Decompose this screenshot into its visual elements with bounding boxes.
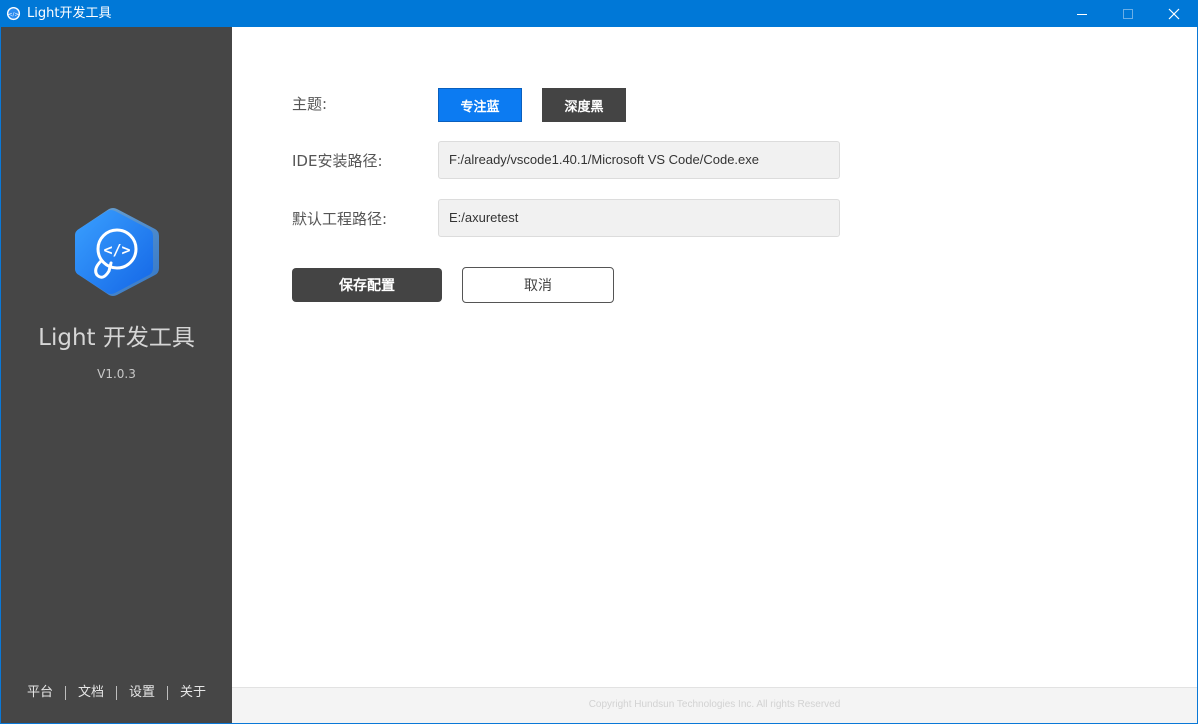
- ide-path-field[interactable]: F:/already/vscode1.40.1/Microsoft VS Cod…: [438, 141, 840, 179]
- minimize-button[interactable]: [1059, 0, 1105, 27]
- nav-item-settings[interactable]: 设置: [117, 685, 167, 701]
- theme-blue-button[interactable]: 专注蓝: [438, 88, 522, 122]
- window-frame: </> Light 开发工具 V1.0.3 平台 文档 设置 关于 主题: 专注…: [1, 27, 1197, 723]
- title-bar: </> Light开发工具: [0, 0, 1198, 27]
- cancel-button[interactable]: 取消: [462, 267, 614, 303]
- sidebar-footer-nav: 平台 文档 设置 关于: [1, 685, 232, 701]
- svg-text:</>: </>: [103, 241, 130, 259]
- theme-label: 主题:: [292, 95, 328, 113]
- close-icon: [1168, 8, 1180, 19]
- app-logo-icon: </>: [6, 6, 21, 21]
- footer-bar: Copyright Hundsun Technologies Inc. All …: [232, 687, 1197, 723]
- ide-path-label: IDE安装路径:: [292, 152, 383, 170]
- window-title: Light开发工具: [27, 6, 112, 21]
- sidebar: </> Light 开发工具 V1.0.3 平台 文档 设置 关于: [1, 27, 232, 723]
- minimize-icon: [1077, 13, 1087, 15]
- close-button[interactable]: [1151, 0, 1197, 27]
- svg-text:</>: </>: [8, 12, 20, 18]
- copyright-text: Copyright Hundsun Technologies Inc. All …: [588, 699, 841, 710]
- project-path-label: 默认工程路径:: [292, 210, 388, 228]
- nav-item-platform[interactable]: 平台: [15, 685, 65, 701]
- save-config-button[interactable]: 保存配置: [292, 268, 442, 302]
- app-logo-icon: </>: [75, 208, 159, 296]
- nav-item-about[interactable]: 关于: [168, 685, 218, 701]
- settings-panel: 主题: 专注蓝 深度黑 IDE安装路径: F:/already/vscode1.…: [232, 27, 1197, 723]
- maximize-icon: [1123, 8, 1133, 19]
- app-name: Light 开发工具: [38, 325, 195, 351]
- maximize-button[interactable]: [1105, 0, 1151, 27]
- project-path-field[interactable]: E:/axuretest: [438, 199, 840, 237]
- version-label: V1.0.3: [97, 367, 136, 381]
- nav-item-docs[interactable]: 文档: [66, 685, 116, 701]
- theme-dark-button[interactable]: 深度黑: [542, 88, 626, 122]
